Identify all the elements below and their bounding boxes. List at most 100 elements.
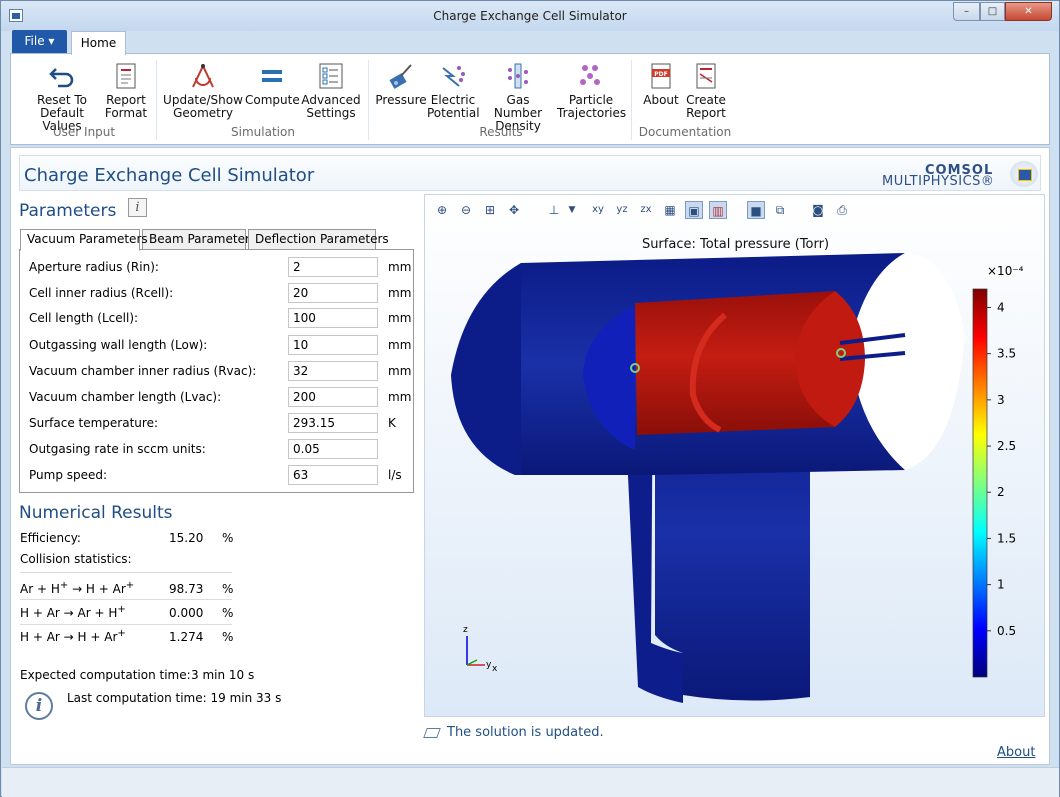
- electric-potential-icon: [442, 66, 465, 87]
- pressure-button[interactable]: Pressure: [375, 60, 427, 107]
- close-button[interactable]: ✕: [1005, 2, 1052, 21]
- param-row-cell-radius: Cell inner radius (Rcell): mm: [29, 283, 412, 303]
- yz-view-icon[interactable]: yz: [613, 201, 631, 219]
- efficiency-unit: %: [222, 531, 234, 545]
- status-icon: [423, 727, 441, 738]
- grid-icon[interactable]: ▦: [661, 201, 679, 219]
- update-geometry-button[interactable]: Update/Show Geometry: [163, 60, 243, 120]
- reaction-3-unit: %: [222, 630, 234, 644]
- tab-deflection-parameters[interactable]: Deflection Parameters: [248, 229, 389, 250]
- param-label: Outgassing wall length (Low):: [29, 338, 208, 352]
- colorbar-exponent: ×10⁻⁴: [987, 264, 1024, 278]
- about-link[interactable]: About: [997, 745, 1035, 760]
- report-icon: [116, 63, 136, 89]
- dropdown-icon[interactable]: ▼: [563, 201, 581, 219]
- param-unit: mm: [388, 260, 412, 274]
- param-unit: K: [388, 416, 396, 430]
- geometry-icon: [192, 63, 214, 88]
- cell-length-input[interactable]: [288, 308, 378, 328]
- reaction-2-value: 0.000: [169, 606, 204, 620]
- last-time: Last computation time: 19 min 33 s: [67, 691, 282, 705]
- info-icon: i: [25, 692, 53, 720]
- zoom-box-icon[interactable]: ⊞: [481, 201, 499, 219]
- temperature-input[interactable]: [288, 413, 378, 433]
- electric-label-2: Potential: [427, 106, 480, 120]
- svg-text:PDF: PDF: [654, 71, 667, 78]
- axis-z-label: z: [463, 625, 468, 635]
- collision-stats-label: Collision statistics:: [20, 552, 132, 566]
- gas-density-icon: [508, 63, 528, 89]
- ribbon-tab-row: File ▾ Home: [10, 30, 1050, 55]
- color-legend-icon[interactable]: ▥: [709, 201, 727, 219]
- update-geometry-label-2: Geometry: [173, 106, 233, 120]
- tab-vacuum-parameters[interactable]: Vacuum Parameters: [20, 229, 148, 251]
- render-mode-icon[interactable]: ■: [747, 201, 765, 219]
- settings-list-icon: [319, 63, 343, 89]
- pump-speed-input[interactable]: [288, 465, 378, 485]
- ribbon-separator: [368, 60, 369, 140]
- param-label: Vacuum chamber inner radius (Rvac):: [29, 364, 257, 378]
- zoom-extents-icon[interactable]: ✥: [505, 201, 523, 219]
- report-format-label-2: Format: [104, 106, 148, 120]
- param-row-temperature: Surface temperature: K: [29, 413, 409, 433]
- vacuum-radius-input[interactable]: [288, 361, 378, 381]
- zoom-out-icon[interactable]: ⊖: [457, 201, 475, 219]
- tab-home[interactable]: Home: [71, 31, 126, 55]
- param-label: Pump speed:: [29, 468, 108, 482]
- param-label: Outgasing rate in sccm units:: [29, 442, 206, 456]
- page-title: Charge Exchange Cell Simulator: [24, 165, 315, 186]
- transparency-icon[interactable]: ⧉: [771, 201, 789, 219]
- app-main-area: Charge Exchange Cell Simulator COMSOL MU…: [10, 147, 1050, 765]
- param-label: Cell inner radius (Rcell):: [29, 286, 174, 300]
- param-row-outgasing-rate: Outgasing rate in sccm units:: [29, 439, 409, 459]
- xy-view-icon[interactable]: xy: [589, 201, 607, 219]
- aperture-radius-input[interactable]: [288, 257, 378, 277]
- reset-defaults-button[interactable]: Reset To Default Values: [19, 60, 105, 133]
- status-bar: [2, 767, 1059, 797]
- file-menu-tab[interactable]: File ▾: [12, 30, 67, 53]
- pressure-label: Pressure: [375, 93, 427, 107]
- status-text: The solution is updated.: [447, 725, 604, 740]
- compute-button[interactable]: Compute: [245, 60, 300, 107]
- charge-exchange-cell: [635, 291, 865, 435]
- zoom-in-icon[interactable]: ⊕: [433, 201, 451, 219]
- maximize-button[interactable]: □: [980, 2, 1005, 21]
- group-label-documentation: Documentation: [638, 125, 732, 139]
- reaction-1-formula: Ar + H+ → H + Ar+: [20, 580, 135, 596]
- scene-light-icon[interactable]: ▣: [685, 201, 703, 219]
- axis-view-icon[interactable]: ⊥: [545, 201, 563, 219]
- tab-beam-parameters[interactable]: Beam Parameters: [142, 229, 256, 250]
- gas-density-button[interactable]: Gas Number Density: [481, 60, 555, 133]
- minimize-button[interactable]: –: [953, 2, 980, 21]
- camera-icon[interactable]: ◙: [809, 201, 827, 219]
- print-icon[interactable]: ⎙: [833, 201, 851, 219]
- particle-trajectories-button[interactable]: Particle Trajectories: [557, 60, 626, 120]
- about-button[interactable]: PDF About: [639, 60, 683, 107]
- report-format-button[interactable]: Report Format: [103, 60, 149, 120]
- zx-view-icon[interactable]: zx: [637, 201, 655, 219]
- about-label: About: [643, 93, 679, 107]
- param-label: Cell length (Lcell):: [29, 311, 139, 325]
- ribbon-separator: [631, 60, 632, 140]
- pressure-surface-plot: z y x ×10⁻⁴ 4 3.5 3 2.5 2 1.5 1 0.5: [451, 253, 1024, 703]
- param-row-vacuum-length: Vacuum chamber length (Lvac): mm: [29, 387, 411, 407]
- app-header: Charge Exchange Cell Simulator COMSOL MU…: [19, 155, 1041, 191]
- efficiency-value: 15.20: [169, 531, 204, 545]
- colorbar-tick-label: 3: [997, 393, 1005, 407]
- title-bar: Charge Exchange Cell Simulator – □ ✕: [1, 1, 1059, 31]
- vacuum-length-input[interactable]: [288, 387, 378, 407]
- param-label: Surface temperature:: [29, 416, 158, 430]
- equals-icon: [262, 70, 282, 82]
- param-unit: mm: [388, 364, 412, 378]
- info-icon[interactable]: i: [128, 198, 147, 217]
- ribbon-separator: [156, 60, 157, 140]
- param-unit: mm: [388, 286, 412, 300]
- outgassing-length-input[interactable]: [288, 335, 378, 355]
- advanced-settings-button[interactable]: Advanced Settings: [301, 60, 361, 120]
- create-report-button[interactable]: Create Report: [683, 60, 729, 120]
- cell-inner-radius-input[interactable]: [288, 283, 378, 303]
- graphics-window[interactable]: ⊕ ⊖ ⊞ ✥ ⊥ ▼ xy yz zx ▦ ▣ ▥ ■ ⧉ ◙ ⎙ Surfa…: [424, 194, 1045, 717]
- electric-potential-button[interactable]: Electric Potential: [427, 60, 480, 120]
- colorbar-tick-label: 3.5: [997, 347, 1016, 361]
- outgasing-rate-input[interactable]: [288, 439, 378, 459]
